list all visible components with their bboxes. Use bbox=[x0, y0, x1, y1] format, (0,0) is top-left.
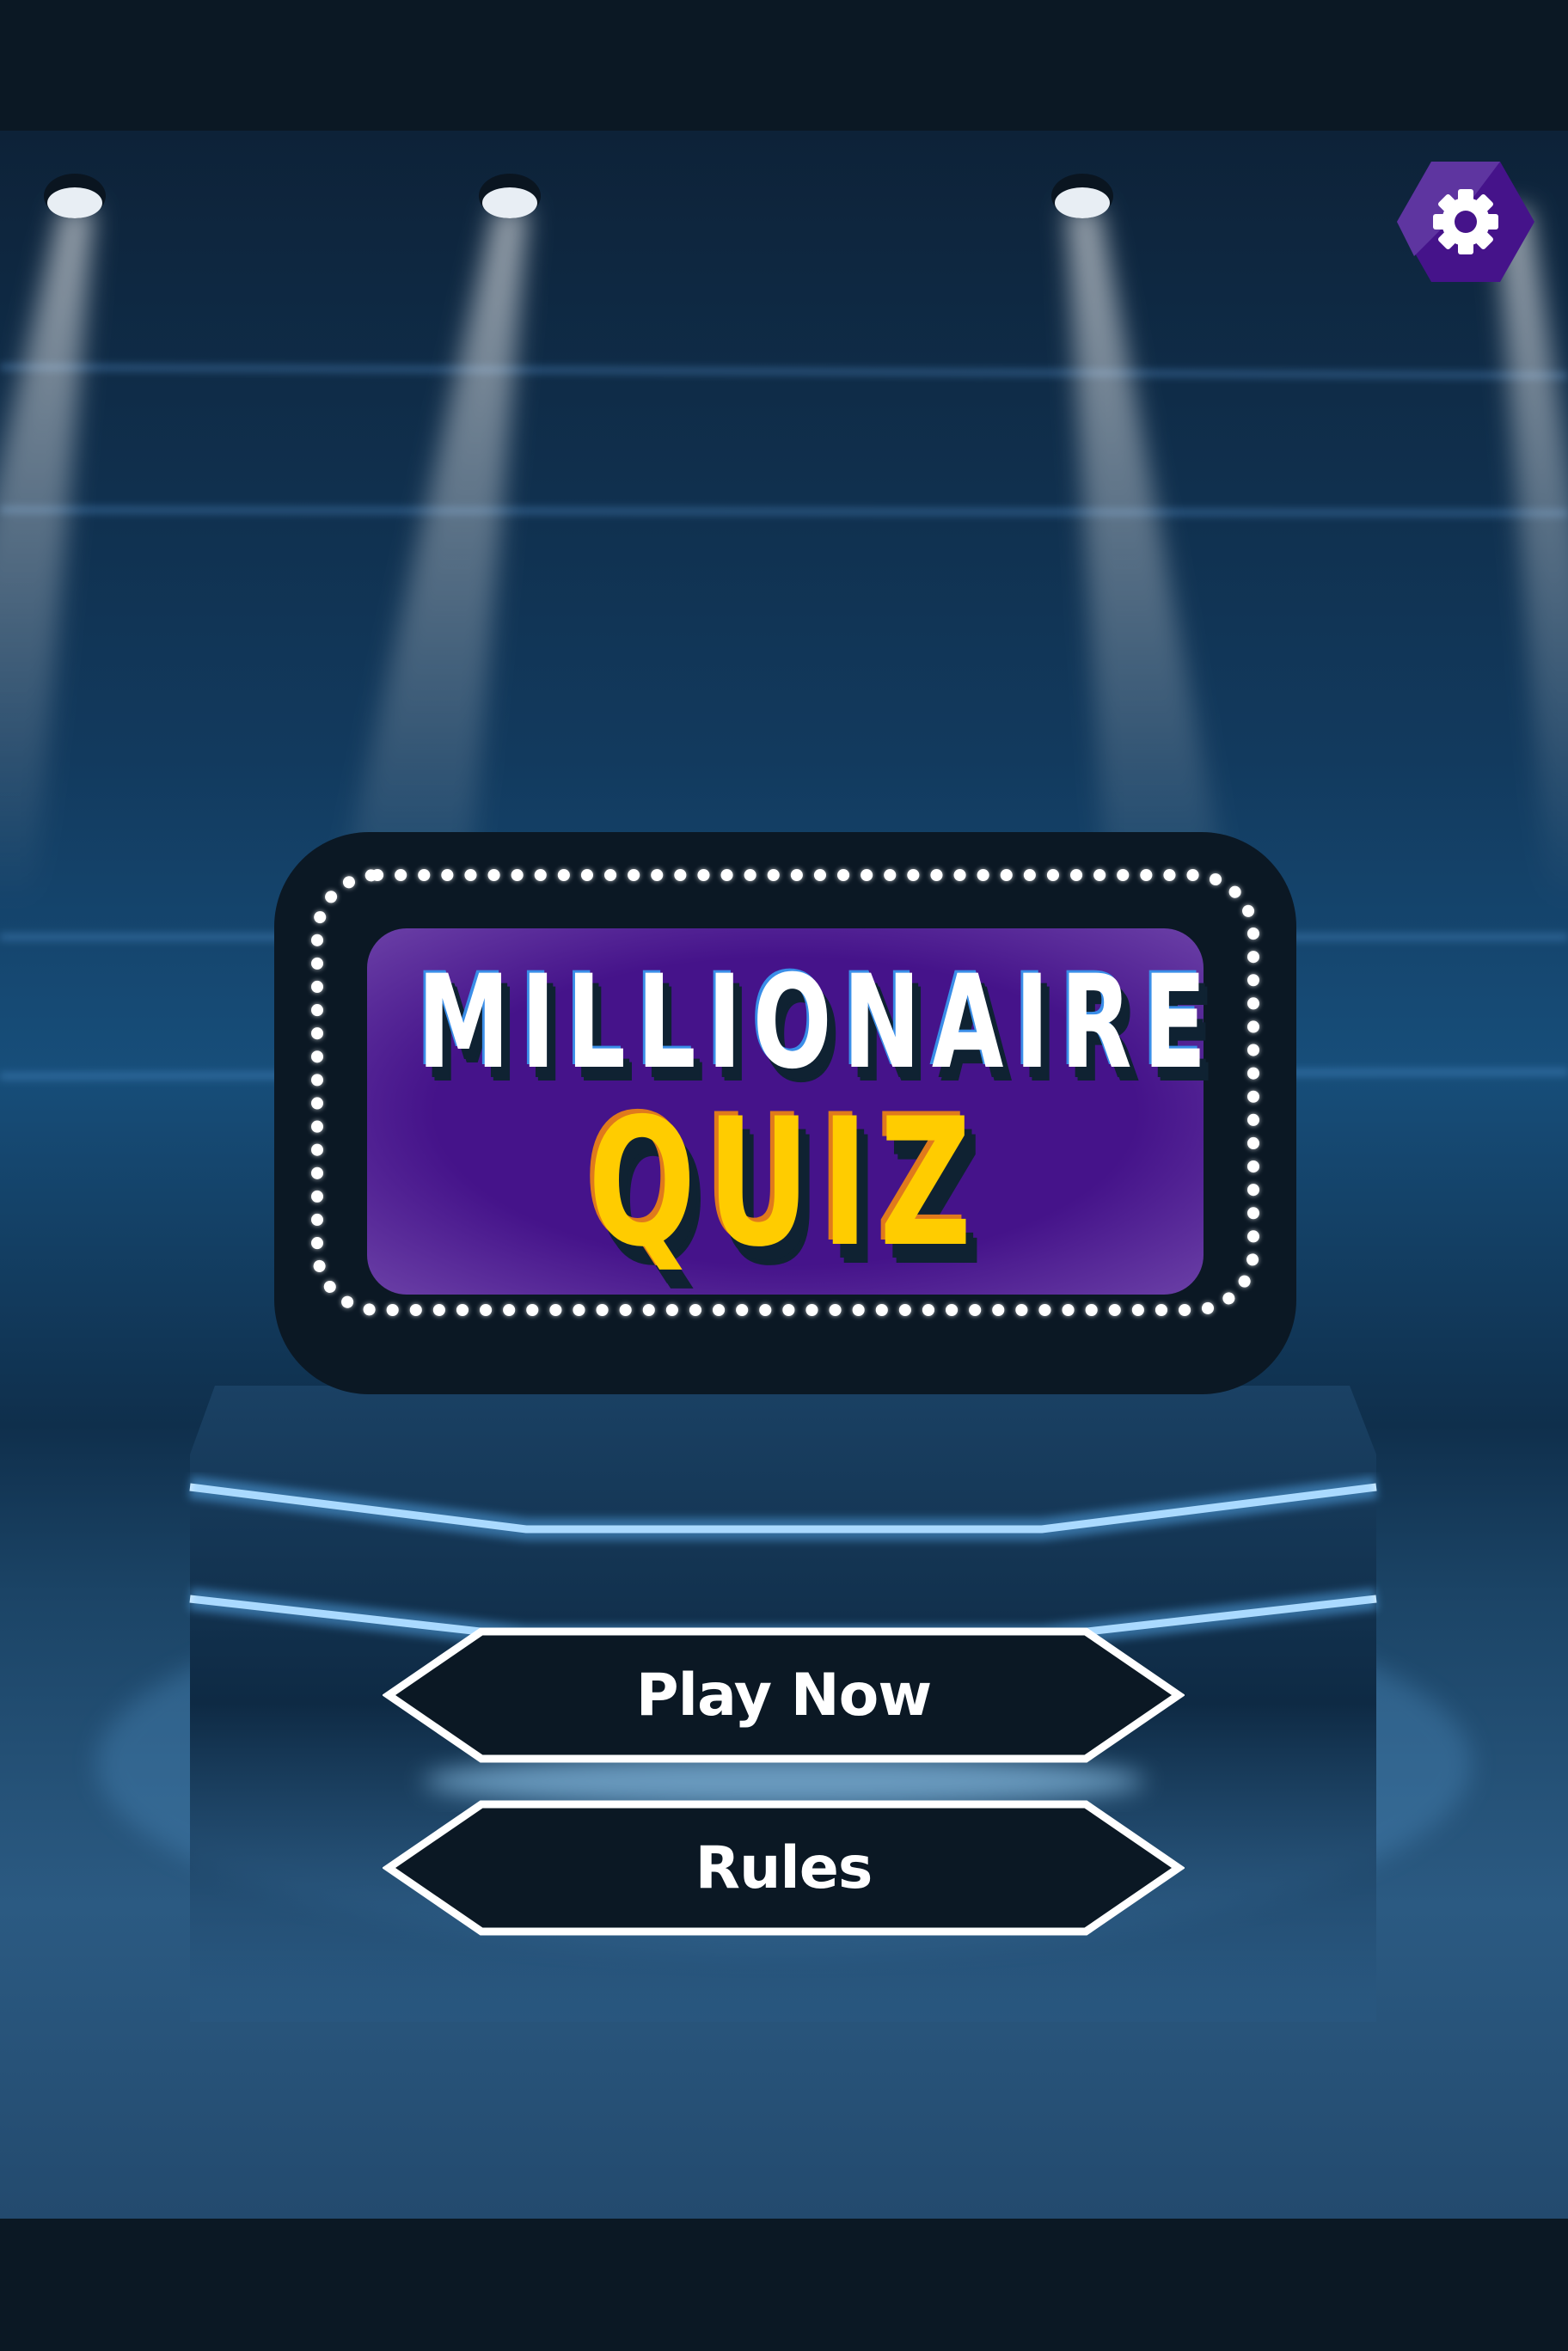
bottom-bar bbox=[0, 2219, 1568, 2351]
play-now-label: Play Now bbox=[635, 1661, 932, 1730]
spotlight-lamps bbox=[44, 174, 1113, 218]
rules-button[interactable]: Rules bbox=[383, 1799, 1185, 1937]
play-now-button[interactable]: Play Now bbox=[383, 1626, 1185, 1764]
top-bar bbox=[0, 0, 1568, 131]
game-logo: MILLIONAIRE QUIZ bbox=[274, 832, 1296, 1394]
settings-button[interactable] bbox=[1397, 162, 1534, 282]
title-millionaire: MILLIONAIRE bbox=[417, 948, 1218, 1098]
title-quiz: QUIZ bbox=[587, 1081, 983, 1286]
gear-icon bbox=[1397, 162, 1534, 282]
rules-label: Rules bbox=[695, 1834, 873, 1902]
